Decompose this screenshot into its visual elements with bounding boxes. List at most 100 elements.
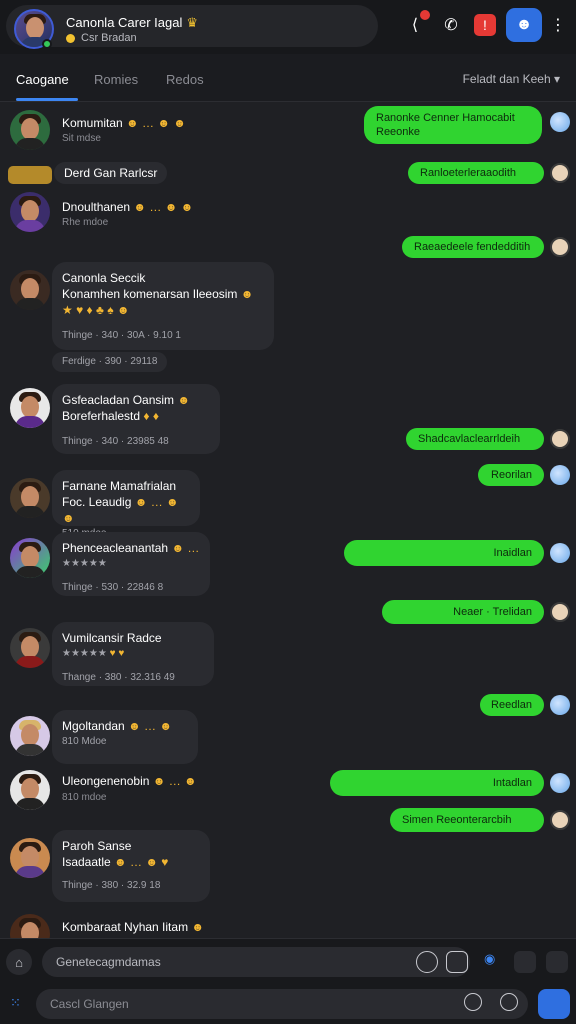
message-text: Boreferhalestd ♦ ♦ — [62, 409, 159, 423]
message-meta: 810 Mdoe — [62, 736, 107, 747]
report-icon[interactable]: ! — [472, 12, 498, 38]
read-receipt-avatar — [550, 602, 570, 622]
sender-name: Kombaraat Nyhan Iitam ☻ — [62, 920, 205, 934]
tab-bar: Caogane Romies Redos Feladt dan Keeh ▾ — [0, 54, 576, 102]
avatar[interactable] — [10, 192, 50, 232]
message-text: Konamhen komenarsan Ileeosim ☻ — [62, 287, 254, 301]
message-meta: Thinge · 530 · 22846 8 — [62, 582, 164, 593]
avatar[interactable] — [10, 914, 50, 938]
secondary-input[interactable]: Cascl Glangen — [36, 989, 528, 1019]
outgoing-message[interactable]: Ranonke Cenner Hamocabit Reeonke — [364, 106, 542, 144]
active-tab-indicator — [16, 98, 78, 101]
avatar[interactable] — [10, 270, 50, 310]
sender-name: Uleongenenobin ☻ … ☻ — [62, 774, 197, 788]
sender-sub: Sit mdse — [62, 133, 101, 144]
sticker-icon[interactable] — [446, 951, 468, 973]
message-meta: Thinge · 340 · 23985 48 — [62, 436, 169, 447]
chat-subtitle: Csr Bradan — [66, 32, 137, 44]
message-title: Gsfeacladan Oansim ☻ — [62, 393, 191, 407]
camera-icon[interactable] — [546, 951, 568, 973]
outgoing-message[interactable]: Inaidlan — [344, 540, 544, 566]
message-bubble[interactable]: Farnane Mamafrialan Foc. Leaudig ☻ … ☻ ☻… — [52, 470, 200, 539]
message-title: Mgoltandan ☻ … ☻ — [62, 719, 172, 733]
tab-romies[interactable]: Romies — [94, 72, 138, 87]
message-title: Paroh Sanse — [62, 839, 132, 853]
bot-icon[interactable]: ☻ — [506, 8, 542, 42]
apps-icon[interactable]: ⁙ — [10, 995, 21, 1011]
share-icon[interactable]: ⟨ — [402, 10, 430, 38]
chat-title: Canonla Carer Iagal ♛ — [66, 15, 199, 30]
emoji-row: ★ ♥ ♦ ♣ ♠ ☻ — [62, 303, 130, 317]
message-text: Foc. Leaudig ☻ … ☻ ☻ — [62, 495, 179, 525]
filter-dropdown[interactable]: Feladt dan Keeh ▾ — [463, 72, 560, 86]
outgoing-message[interactable]: Raeaedeele fendedditih — [402, 236, 544, 258]
message-bubble[interactable]: Gsfeacladan Oansim ☻ Boreferhalestd ♦ ♦ … — [52, 384, 220, 454]
attach-icon[interactable]: ⌂ — [6, 949, 32, 975]
message-title: Phenceacleanantah ☻ … — [62, 541, 200, 555]
outgoing-message[interactable]: Intadlan — [330, 770, 544, 796]
phone-icon[interactable]: ✆ — [438, 12, 464, 38]
outgoing-message[interactable]: Simen Reeonterarcbih — [390, 808, 544, 832]
message-bubble[interactable]: Vumilcansir Radce ★★★★★ ♥ ♥ Thange · 380… — [52, 622, 214, 686]
crown-icon: ♛ — [186, 15, 199, 30]
rating-stars: ★★★★★ — [62, 558, 107, 569]
message-meta: Ferdige · 390 · 29118 — [52, 352, 168, 372]
message-bubble[interactable]: Canonla Seccik Konamhen komenarsan Ileeo… — [52, 262, 274, 350]
send-button[interactable] — [538, 989, 570, 1019]
message-title: Vumilcansir Radce — [62, 631, 162, 645]
gallery-icon[interactable] — [514, 951, 536, 973]
more-icon[interactable]: ⋮ — [548, 12, 568, 38]
message-bubble[interactable]: Phenceacleanantah ☻ … ★★★★★ Thinge · 530… — [52, 532, 210, 596]
read-receipt-avatar — [550, 237, 570, 257]
avatar[interactable] — [10, 838, 50, 878]
avatar[interactable] — [10, 110, 50, 150]
outgoing-message[interactable]: Reorilan — [478, 464, 544, 486]
read-receipt-avatar — [550, 163, 570, 183]
message-meta: Thinge · 380 · 32.9 18 — [62, 880, 161, 891]
label-tag — [8, 166, 52, 184]
message-meta: Thinge · 340 · 30A · 9.10 1 — [62, 330, 181, 341]
outgoing-message[interactable]: Reedlan — [480, 694, 544, 716]
online-indicator — [42, 39, 52, 49]
sender-sub: 810 mdoe — [62, 792, 107, 803]
read-receipt-avatar — [550, 810, 570, 830]
message-title: Canonla Seccik — [62, 271, 146, 285]
read-receipt-avatar — [550, 695, 570, 715]
system-message: Derd Gan Rarlcsr — [54, 162, 168, 184]
message-input[interactable]: Genetecagmdamas — [42, 947, 470, 977]
sender-name: Komumitan ☻ … ☻ ☻ — [62, 116, 186, 130]
message-title: Farnane Mamafrialan — [62, 479, 177, 493]
chat-title-pill[interactable]: Canonla Carer Iagal ♛ Csr Bradan — [6, 5, 378, 49]
sender-name: Dnoulthanen ☻ … ☻ ☻ — [62, 200, 194, 214]
read-receipt-avatar — [550, 543, 570, 563]
message-text: Isadaatle ☻ … ☻ ♥ — [62, 855, 169, 869]
sender-sub: Rhe mdoe — [62, 217, 109, 228]
tab-caogane[interactable]: Caogane — [16, 72, 69, 87]
voice-icon[interactable]: ◉ — [484, 951, 495, 967]
avatar[interactable] — [10, 770, 50, 810]
notification-badge — [420, 10, 430, 20]
avatar[interactable] — [10, 478, 50, 518]
avatar[interactable] — [10, 628, 50, 668]
coin-icon — [66, 33, 75, 43]
read-receipt-avatar — [550, 465, 570, 485]
top-bar: Canonla Carer Iagal ♛ Csr Bradan ⟨ ✆ ! ☻ … — [0, 0, 576, 54]
tab-redos[interactable]: Redos — [166, 72, 204, 87]
read-receipt-avatar — [550, 773, 570, 793]
rating-stars: ★★★★★ ♥ ♥ — [62, 648, 125, 659]
read-receipt-avatar — [550, 429, 570, 449]
read-receipt-avatar — [550, 112, 570, 132]
avatar[interactable] — [10, 388, 50, 428]
outgoing-message[interactable]: Neaer · Trelidan — [382, 600, 544, 624]
outgoing-message[interactable]: Ranloeterleraaodith — [408, 162, 544, 184]
outgoing-message[interactable]: Shadcavlaclearrldeih — [406, 428, 544, 450]
avatar[interactable] — [10, 716, 50, 756]
message-bubble[interactable]: Paroh Sanse Isadaatle ☻ … ☻ ♥ Thinge · 3… — [52, 830, 210, 902]
info-icon[interactable] — [464, 993, 482, 1011]
message-list[interactable]: Komumitan ☻ … ☻ ☻ Sit mdse Ranonke Cenne… — [0, 102, 576, 938]
message-meta: Thange · 380 · 32.316 49 — [62, 672, 175, 683]
avatar[interactable] — [10, 538, 50, 578]
message-bubble[interactable]: Mgoltandan ☻ … ☻ 810 Mdoe — [52, 710, 198, 764]
emoji-icon[interactable] — [416, 951, 438, 973]
clock-icon[interactable] — [500, 993, 518, 1011]
